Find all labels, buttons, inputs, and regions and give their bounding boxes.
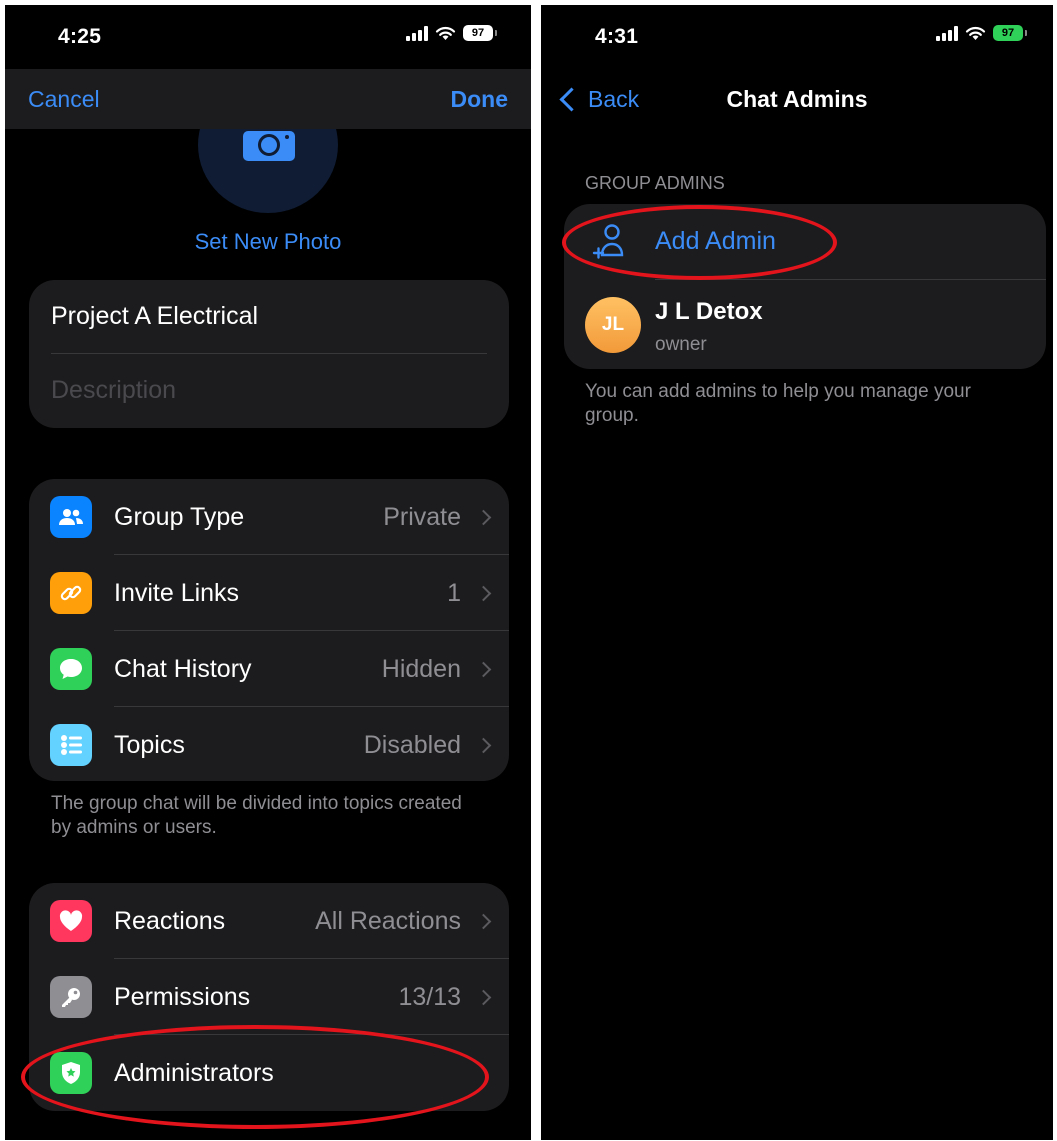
camera-icon xyxy=(243,131,295,161)
chat-history-row[interactable]: Chat History Hidden xyxy=(29,631,509,707)
reactions-value: All Reactions xyxy=(315,906,461,935)
chat-bubble-icon xyxy=(50,648,92,690)
status-bar: 4:31 97 xyxy=(541,5,1053,69)
edit-group-screen: 4:25 97 Cancel Done Set New Photo Projec… xyxy=(5,5,531,1140)
topics-footnote: The group chat will be divided into topi… xyxy=(51,793,462,838)
admins-footnote: You can add admins to help you manage yo… xyxy=(585,381,971,426)
signal-icon xyxy=(936,25,958,41)
nav-bar: Back Chat Admins xyxy=(541,69,1053,129)
group-type-row[interactable]: Group Type Private xyxy=(29,479,509,555)
chat-history-value: Hidden xyxy=(381,654,461,683)
group-settings-card: Group Type Private Invite Links 1 Chat H… xyxy=(29,479,509,781)
status-time: 4:31 xyxy=(595,25,639,48)
topics-value: Disabled xyxy=(363,730,461,759)
cancel-button[interactable]: Cancel xyxy=(28,86,100,113)
status-bar: 4:25 97 xyxy=(5,5,531,69)
status-time: 4:25 xyxy=(58,25,102,48)
key-icon xyxy=(50,976,92,1018)
chevron-right-icon xyxy=(475,661,492,677)
chat-history-label: Chat History xyxy=(114,654,252,683)
invite-links-row[interactable]: Invite Links 1 xyxy=(29,555,509,631)
admin-row[interactable]: JL J L Detox owner xyxy=(564,280,1046,369)
battery-indicator: 97 xyxy=(463,25,493,41)
status-icons: 97 xyxy=(406,25,497,41)
topics-list-icon xyxy=(50,724,92,766)
admin-role: owner xyxy=(655,334,707,355)
set-new-photo-button[interactable]: Set New Photo xyxy=(5,229,531,255)
back-button[interactable]: Back xyxy=(553,81,639,117)
chevron-right-icon xyxy=(475,585,492,601)
back-label: Back xyxy=(588,85,640,112)
group-type-value: Private xyxy=(383,502,461,531)
topics-row[interactable]: Topics Disabled xyxy=(29,707,509,781)
link-icon xyxy=(50,572,92,614)
divider xyxy=(51,353,487,354)
reactions-row[interactable]: Reactions All Reactions xyxy=(29,883,509,959)
name-description-card: Project A Electrical Description xyxy=(29,280,509,428)
battery-nub xyxy=(495,30,497,36)
nav-bar-overlay: Cancel Done xyxy=(5,69,531,129)
chat-admins-screen: 4:31 97 Back Chat Admins GROUP ADMINS Ad… xyxy=(541,5,1053,1140)
chevron-right-icon xyxy=(475,509,492,525)
topics-label: Topics xyxy=(114,730,185,759)
chevron-right-icon xyxy=(475,737,492,753)
reactions-label: Reactions xyxy=(114,906,226,935)
group-type-label: Group Type xyxy=(114,502,245,531)
chevron-right-icon xyxy=(475,913,492,929)
invite-links-label: Invite Links xyxy=(114,578,240,607)
chevron-left-icon xyxy=(559,86,584,112)
battery-indicator: 97 xyxy=(993,25,1023,41)
wifi-icon xyxy=(965,26,986,40)
highlight-ring-administrators xyxy=(21,1025,489,1129)
status-icons: 97 xyxy=(936,25,1027,41)
admin-name: J L Detox xyxy=(655,298,763,325)
section-header: GROUP ADMINS xyxy=(585,173,725,193)
done-button[interactable]: Done xyxy=(451,86,509,113)
highlight-ring-add-admin xyxy=(562,205,837,280)
avatar: JL xyxy=(585,297,641,353)
invite-links-value: 1 xyxy=(447,578,461,607)
description-field[interactable]: Description xyxy=(51,376,176,405)
permissions-row[interactable]: Permissions 13/13 xyxy=(29,959,509,1035)
heart-icon xyxy=(50,900,92,942)
group-icon xyxy=(50,496,92,538)
group-name-field[interactable]: Project A Electrical xyxy=(51,302,258,331)
signal-icon xyxy=(406,25,428,41)
chevron-right-icon xyxy=(475,989,492,1005)
battery-nub xyxy=(1025,30,1027,36)
avatar-initials: JL xyxy=(601,314,625,335)
permissions-label: Permissions xyxy=(114,982,251,1011)
wifi-icon xyxy=(435,26,456,40)
permissions-value: 13/13 xyxy=(398,982,461,1011)
page-title: Chat Admins xyxy=(726,86,868,112)
